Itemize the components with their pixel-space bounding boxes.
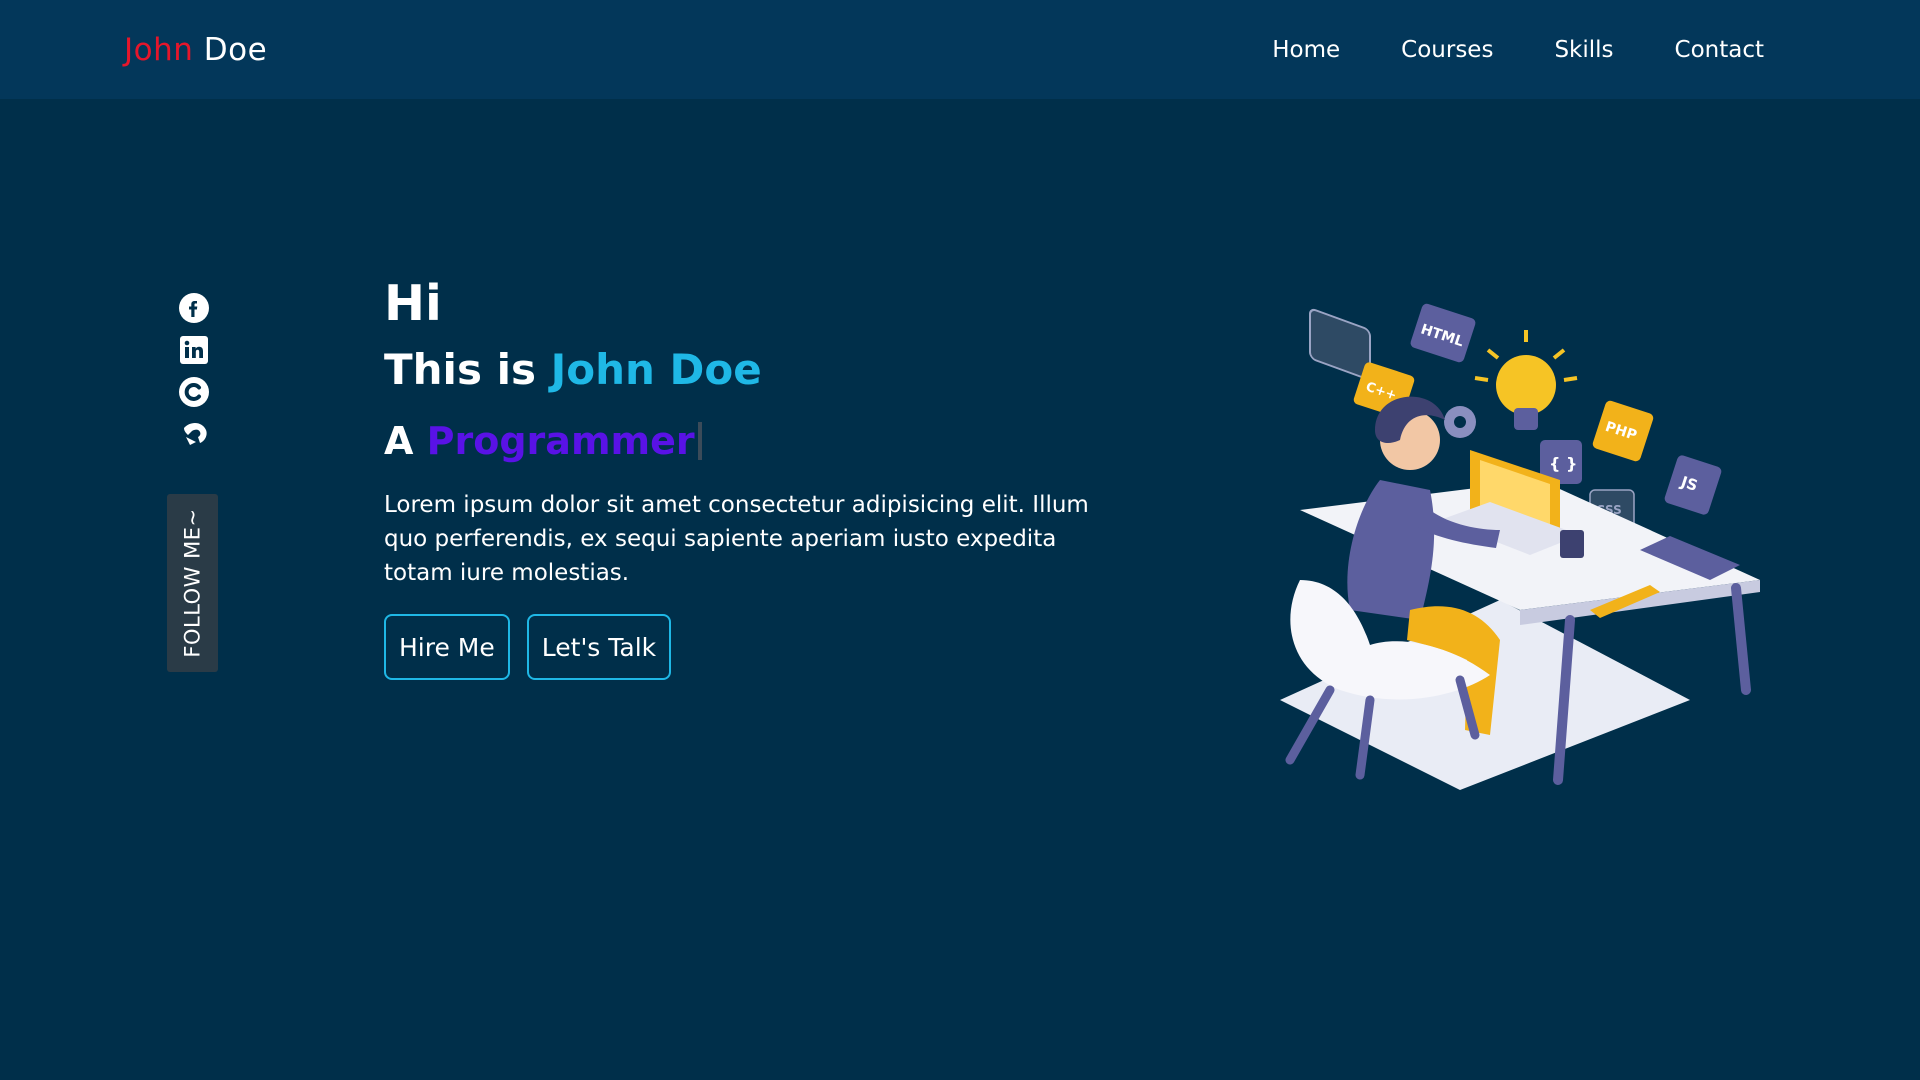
hero-name: John Doe xyxy=(550,345,762,394)
navbar: John Doe Home Courses Skills Contact xyxy=(0,0,1920,99)
hero-intro-prefix: This is xyxy=(384,345,536,394)
hero-role-text: Programmer xyxy=(426,419,695,463)
lets-talk-button[interactable]: Let's Talk xyxy=(526,614,672,680)
lightbulb-icon xyxy=(1474,330,1578,430)
nav-skills[interactable]: Skills xyxy=(1554,36,1613,64)
hero-buttons: Hire Me Let's Talk xyxy=(384,614,1104,680)
hire-me-button[interactable]: Hire Me xyxy=(384,614,510,680)
facebook-icon[interactable] xyxy=(178,292,210,324)
main-nav: Home Courses Skills Contact xyxy=(1272,36,1764,64)
hero-description: Lorem ipsum dolor sit amet consectetur a… xyxy=(384,492,1089,586)
site-logo[interactable]: John Doe xyxy=(124,30,267,70)
hero-intro: This is John Doe xyxy=(384,341,1104,399)
typing-cursor xyxy=(697,422,702,460)
nav-courses[interactable]: Courses xyxy=(1401,36,1493,64)
follow-me-tab[interactable]: FOLLOW ME~ xyxy=(167,494,218,672)
hero-role-prefix: A xyxy=(384,419,414,463)
mug xyxy=(1560,530,1584,558)
tag-js-icon: JS xyxy=(1664,455,1722,515)
codepen-icon[interactable] xyxy=(178,376,210,408)
desk-leg xyxy=(1731,583,1751,695)
person-body xyxy=(1347,480,1435,620)
tag-php-icon: PHP xyxy=(1592,400,1654,462)
tag-settings-icon xyxy=(1309,308,1371,380)
hero-role: A Programmer xyxy=(384,414,1104,468)
gear-icon xyxy=(1444,406,1476,438)
hero-section: Hi This is John Doe A Programmer Lorem i… xyxy=(384,270,1104,680)
social-links xyxy=(178,292,212,450)
follow-me-label: FOLLOW ME~ xyxy=(180,508,205,658)
nav-contact[interactable]: Contact xyxy=(1675,36,1764,64)
hero-greeting: Hi xyxy=(384,275,442,332)
linkedin-icon[interactable] xyxy=(178,334,210,366)
svg-text:{ }: { } xyxy=(1549,454,1577,473)
github-icon[interactable] xyxy=(178,418,210,450)
logo-last-name: Doe xyxy=(203,32,268,68)
tag-html-icon: HTML xyxy=(1410,303,1476,363)
programmer-illustration: HTML C++ PHP JS { } CSS xyxy=(1280,303,1760,790)
nav-home[interactable]: Home xyxy=(1272,36,1340,64)
logo-first-name: John xyxy=(124,32,194,68)
